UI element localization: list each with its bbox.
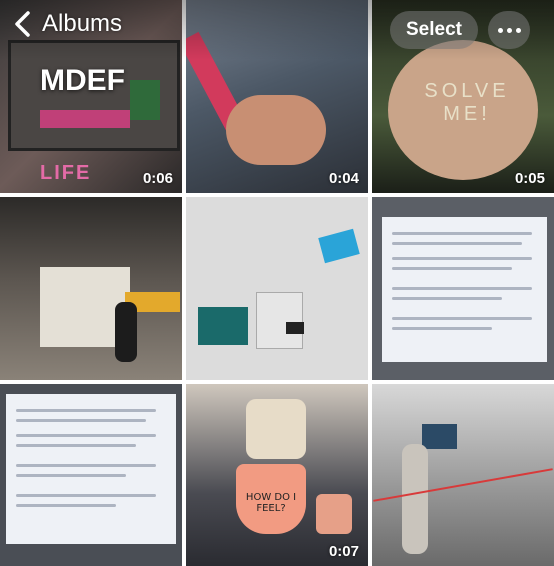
slide-text-line	[16, 464, 156, 467]
slide-text-line	[16, 409, 156, 412]
person-standing	[402, 444, 428, 554]
slide-text-line	[16, 504, 116, 507]
album-title: MDEF	[40, 64, 125, 97]
slide-text-line	[16, 494, 156, 497]
video-thumbnail-8[interactable]: HOW DO I FEEL? 0:07	[186, 384, 368, 566]
photo-thumbnail-4[interactable]	[0, 197, 182, 380]
solve-me-text: SOLVE ME!	[424, 80, 510, 125]
slide-text-line	[392, 257, 532, 260]
slide-text-line	[392, 232, 532, 235]
breadboard	[256, 292, 303, 349]
back-label: Albums	[42, 10, 123, 37]
life-sign-text: LIFE	[40, 162, 92, 184]
person-silhouette	[115, 302, 137, 362]
photo-thumbnail-6[interactable]	[372, 197, 554, 380]
slide-text-line	[16, 444, 136, 447]
second-cup	[316, 494, 352, 534]
slide-text-line	[16, 474, 126, 477]
duration-label: 0:07	[328, 543, 359, 560]
stick-sculpture	[246, 399, 306, 459]
slide-text-line	[392, 242, 522, 245]
photo-grid: LIFE 0:06 0:04 SOLVE ME! 0:05 HOW DO I F…	[0, 0, 554, 566]
more-button[interactable]	[488, 11, 530, 49]
more-dot	[506, 27, 512, 33]
cup-text: HOW DO I FEEL?	[245, 492, 297, 514]
duration-label: 0:06	[142, 170, 173, 187]
pink-board	[40, 110, 130, 128]
slide-text-line	[392, 287, 532, 290]
hand	[226, 95, 326, 165]
photo-thumbnail-7[interactable]	[0, 384, 182, 566]
screen	[422, 424, 457, 449]
more-dot	[515, 27, 521, 33]
slide-text-line	[392, 327, 492, 330]
select-button[interactable]: Select	[390, 11, 478, 49]
slide-text-line	[392, 267, 512, 270]
photo-thumbnail-9[interactable]	[372, 384, 554, 566]
slide-text-line	[16, 434, 156, 437]
back-button[interactable]: Albums	[12, 10, 122, 38]
blue-sensor	[318, 228, 360, 264]
slide-text-line	[16, 419, 146, 422]
circuit-board	[130, 80, 160, 120]
photo-thumbnail-5[interactable]	[186, 197, 368, 380]
red-string	[373, 468, 553, 502]
projection-slide	[6, 394, 176, 544]
chevron-left-icon	[15, 11, 30, 37]
small-module	[286, 322, 304, 334]
slide-text-line	[392, 297, 502, 300]
duration-label: 0:05	[514, 170, 545, 187]
slide-text-line	[392, 317, 532, 320]
arduino-board	[198, 307, 248, 345]
duration-label: 0:04	[328, 170, 359, 187]
more-dots-icon	[497, 27, 503, 33]
